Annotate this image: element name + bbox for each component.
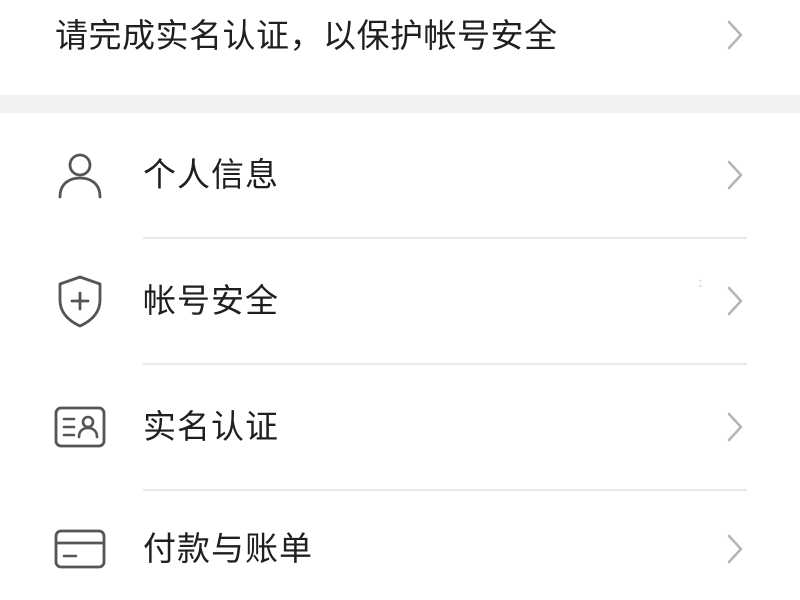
person-icon xyxy=(52,147,108,203)
id-card-icon xyxy=(52,399,108,455)
menu-item-payments-billing[interactable]: 付款与账单 xyxy=(0,491,800,600)
section-divider xyxy=(0,95,800,113)
chevron-right-icon xyxy=(724,532,746,566)
chevron-right-icon xyxy=(724,158,746,192)
shield-plus-icon xyxy=(52,273,108,329)
menu-item-label: 付款与账单 xyxy=(143,529,313,568)
menu-item-account-security[interactable]: 帐号安全 : xyxy=(0,239,800,363)
account-settings-screen: 请完成实名认证，以保护帐号安全 个人信息 帐号安全: 实名认证 付款与账单 xyxy=(0,0,800,600)
menu-item-personal-info[interactable]: 个人信息 xyxy=(0,113,800,237)
verify-prompt-row[interactable]: 请完成实名认证，以保护帐号安全 xyxy=(0,0,800,95)
credit-card-icon xyxy=(52,521,108,577)
menu-item-label: 帐号安全 xyxy=(143,281,279,320)
chevron-right-icon xyxy=(724,18,746,52)
chevron-right-icon xyxy=(724,410,746,444)
chevron-right-icon xyxy=(724,284,746,318)
menu-item-label: 个人信息 xyxy=(143,155,279,194)
status-indicator: : xyxy=(698,275,703,291)
verify-prompt-text: 请完成实名认证，以保护帐号安全 xyxy=(55,16,558,55)
menu-item-real-name-verification[interactable]: 实名认证 xyxy=(0,365,800,489)
settings-menu: 个人信息 帐号安全 : 实名认证 付款与账单 xyxy=(0,113,800,600)
menu-item-label: 实名认证 xyxy=(143,407,279,446)
